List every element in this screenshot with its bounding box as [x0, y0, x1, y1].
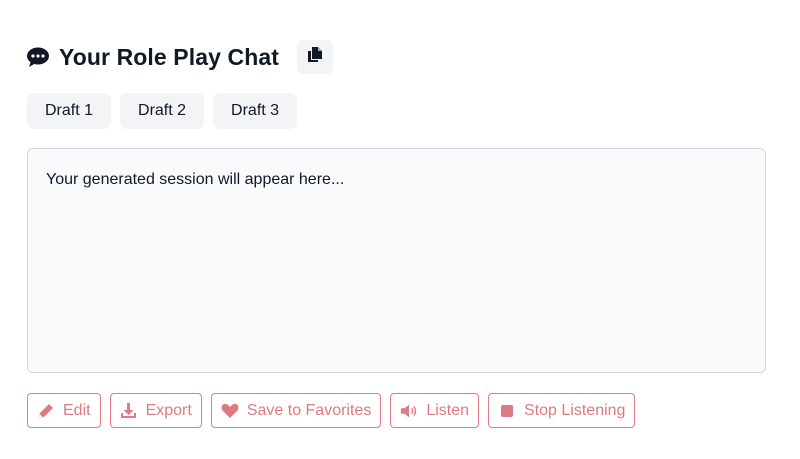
speaker-icon: [400, 402, 418, 420]
copy-icon: [307, 46, 323, 68]
action-bar: Edit Export Save to Favorites Listen Sto…: [27, 393, 636, 428]
page: Your Role Play Chat Draft 1 Draft 2 Draf…: [0, 0, 800, 459]
save-to-favorites-label: Save to Favorites: [246, 401, 372, 419]
output-placeholder: Your generated session will appear here.…: [46, 171, 345, 188]
tab-draft-2[interactable]: Draft 2: [120, 93, 205, 129]
draft-tabs: Draft 1 Draft 2 Draft 3: [27, 93, 298, 129]
page-title: Your Role Play Chat: [59, 43, 280, 70]
tab-draft-1[interactable]: Draft 1: [27, 93, 112, 129]
header: Your Role Play Chat: [26, 40, 334, 74]
heart-icon: [221, 402, 239, 420]
session-output[interactable]: Your generated session will appear here.…: [27, 148, 766, 373]
tab-draft-3[interactable]: Draft 3: [213, 93, 298, 129]
listen-label: Listen: [426, 401, 470, 419]
edit-button[interactable]: Edit: [27, 393, 101, 428]
speech-bubble-icon: [26, 45, 50, 69]
save-to-favorites-button[interactable]: Save to Favorites: [210, 393, 382, 428]
export-label: Export: [145, 401, 192, 419]
stop-listening-label: Stop Listening: [524, 401, 626, 419]
stop-listening-button[interactable]: Stop Listening: [488, 393, 636, 428]
export-button[interactable]: Export: [109, 393, 202, 428]
pencil-icon: [37, 402, 55, 420]
copy-button[interactable]: [297, 40, 334, 74]
stop-icon: [498, 402, 516, 420]
download-icon: [120, 402, 138, 420]
listen-button[interactable]: Listen: [390, 393, 480, 428]
edit-label: Edit: [63, 401, 91, 419]
